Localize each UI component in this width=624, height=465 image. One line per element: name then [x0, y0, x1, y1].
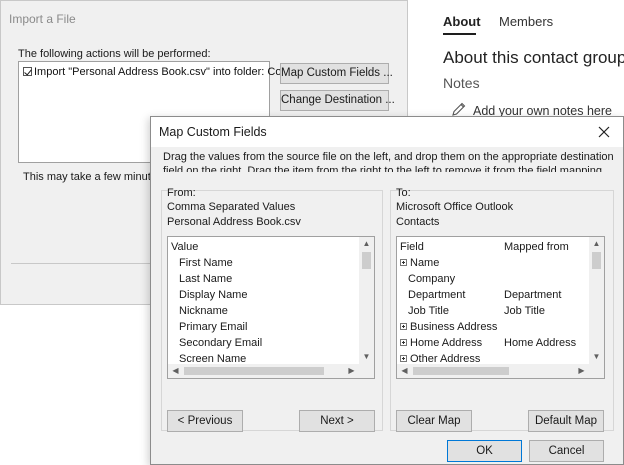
pencil-icon[interactable]: [451, 101, 467, 117]
scroll-right-icon[interactable]: ▶: [574, 364, 589, 378]
scroll-left-icon[interactable]: ◀: [397, 364, 412, 378]
source-file: Personal Address Book.csv: [167, 216, 301, 228]
map-custom-fields-dialog: Map Custom Fields Drag the values from t…: [150, 116, 624, 465]
list-item[interactable]: Last Name: [179, 273, 232, 285]
expand-icon[interactable]: [400, 323, 407, 330]
scroll-up-icon[interactable]: ▲: [359, 237, 374, 251]
expand-icon[interactable]: [400, 259, 407, 266]
scrollbar-thumb[interactable]: [184, 367, 324, 375]
expand-icon[interactable]: [400, 355, 407, 362]
scroll-down-icon[interactable]: ▼: [359, 350, 374, 364]
scrollbar-corner: [589, 364, 604, 378]
default-map-button[interactable]: Default Map: [528, 410, 604, 432]
checkbox-icon[interactable]: [23, 67, 32, 76]
list-item[interactable]: Display Name: [179, 289, 247, 301]
scroll-up-icon[interactable]: ▲: [589, 237, 604, 251]
map-custom-fields-button[interactable]: Map Custom Fields ...: [280, 63, 393, 84]
list-item[interactable]: Primary Email: [179, 321, 247, 333]
scrollbar-thumb[interactable]: [592, 252, 601, 269]
scroll-left-icon[interactable]: ◀: [168, 364, 183, 378]
divider: [11, 263, 156, 264]
import-dialog-title: Import a File: [9, 12, 76, 26]
close-icon[interactable]: [596, 124, 612, 140]
table-row[interactable]: Business Address: [400, 321, 497, 333]
active-tab-indicator: [443, 33, 476, 35]
tab-about[interactable]: About: [443, 14, 481, 29]
destination-app: Microsoft Office Outlook: [396, 201, 514, 213]
source-values-list[interactable]: Value First Name Last Name Display Name …: [167, 236, 375, 379]
contact-group-heading: About this contact group: [443, 48, 624, 67]
mapped-from-value[interactable]: Home Address: [504, 337, 576, 349]
action-list-item[interactable]: Import "Personal Address Book.csv" into …: [23, 66, 306, 78]
vertical-scrollbar[interactable]: ▲ ▼: [359, 237, 374, 364]
destination-fields-list[interactable]: Field Mapped from Name Company Departmen…: [396, 236, 605, 379]
to-label: To:: [396, 187, 411, 199]
list-item[interactable]: Secondary Email: [179, 337, 262, 349]
field-name: Name: [410, 257, 440, 269]
scroll-right-icon[interactable]: ▶: [344, 364, 359, 378]
scrollbar-corner: [359, 364, 374, 378]
vertical-scrollbar[interactable]: ▲ ▼: [589, 237, 604, 364]
source-type: Comma Separated Values: [167, 201, 296, 213]
list-item[interactable]: Nickname: [179, 305, 228, 317]
change-destination-button[interactable]: Change Destination ...: [280, 90, 395, 111]
scroll-down-icon[interactable]: ▼: [589, 350, 604, 364]
previous-button[interactable]: < Previous: [167, 410, 243, 432]
field-column-header[interactable]: Field: [400, 241, 424, 253]
field-name: Business Address: [410, 321, 498, 333]
list-item[interactable]: First Name: [179, 257, 233, 269]
scrollbar-thumb[interactable]: [362, 252, 371, 269]
table-row[interactable]: Name: [400, 257, 439, 269]
from-label: From:: [167, 187, 196, 199]
horizontal-scrollbar[interactable]: ◀ ▶: [168, 364, 359, 378]
clear-map-button[interactable]: Clear Map: [396, 410, 472, 432]
instructions-text: Drag the values from the source file on …: [163, 151, 614, 172]
notes-label: Notes: [443, 75, 480, 91]
next-button[interactable]: Next >: [299, 410, 375, 432]
actions-label: The following actions will be performed:: [18, 48, 211, 60]
scrollbar-thumb[interactable]: [413, 367, 509, 375]
destination-folder: Contacts: [396, 216, 440, 228]
tab-members[interactable]: Members: [499, 14, 553, 29]
to-group: To: Microsoft Office Outlook Contacts Fi…: [390, 187, 614, 432]
mapped-from-value[interactable]: Department: [504, 289, 561, 301]
ok-button[interactable]: OK: [447, 440, 522, 462]
from-group: From: Comma Separated Values Personal Ad…: [161, 187, 383, 432]
dialog-titlebar: Map Custom Fields: [151, 117, 623, 147]
mapped-from-column-header[interactable]: Mapped from: [504, 241, 569, 253]
field-name: Home Address: [410, 337, 483, 349]
expand-icon[interactable]: [400, 339, 407, 346]
cancel-button[interactable]: Cancel: [529, 440, 604, 462]
mapped-from-value[interactable]: Job Title: [504, 305, 545, 317]
horizontal-scrollbar[interactable]: ◀ ▶: [397, 364, 589, 378]
field-name[interactable]: Department: [408, 289, 465, 301]
table-row[interactable]: Home Address: [400, 337, 482, 349]
action-item-label: Import "Personal Address Book.csv" into …: [34, 66, 306, 78]
field-name[interactable]: Job Title: [408, 305, 449, 317]
field-name[interactable]: Company: [408, 273, 455, 285]
dialog-title: Map Custom Fields: [159, 125, 267, 139]
value-column-header[interactable]: Value: [171, 241, 198, 253]
